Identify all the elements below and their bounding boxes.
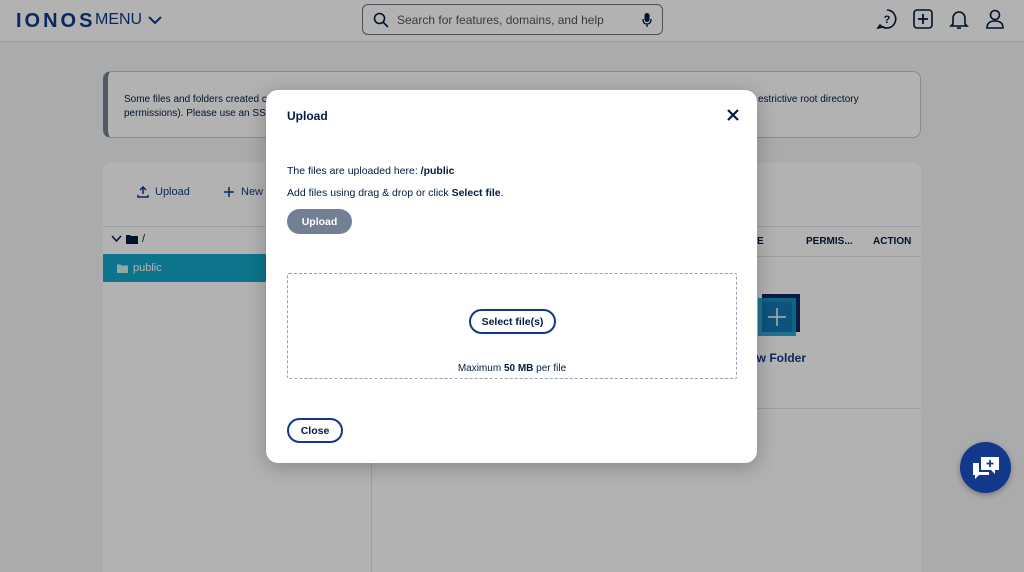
instruction-suffix: .	[500, 187, 504, 199]
max-size-suffix: per file	[533, 363, 567, 374]
upload-destination-path: /public	[420, 165, 455, 177]
upload-destination-prefix: The files are uploaded here:	[287, 165, 421, 177]
file-drop-zone[interactable]: Select file(s) Maximum 50 MB per file	[287, 273, 737, 379]
max-size-prefix: Maximum	[457, 363, 504, 374]
upload-instruction-text: Add files using drag & drop or click Sel…	[287, 187, 504, 199]
upload-button[interactable]: Upload	[287, 209, 352, 234]
select-files-button[interactable]: Select file(s)	[469, 309, 556, 334]
upload-destination-text: The files are uploaded here: /public	[287, 165, 455, 177]
max-size-value: 50 MB	[503, 363, 534, 374]
upload-dialog: Upload The files are uploaded here: /pub…	[266, 90, 757, 463]
close-button[interactable]: Close	[287, 418, 343, 443]
close-icon[interactable]	[724, 106, 742, 124]
max-size-text: Maximum 50 MB per file	[288, 363, 736, 374]
chat-support-button[interactable]	[960, 442, 1011, 493]
dialog-title: Upload	[287, 109, 328, 123]
instruction-bold: Select file	[451, 187, 501, 199]
instruction-prefix: Add files using drag & drop or click	[287, 187, 452, 199]
chat-icon	[972, 456, 999, 479]
